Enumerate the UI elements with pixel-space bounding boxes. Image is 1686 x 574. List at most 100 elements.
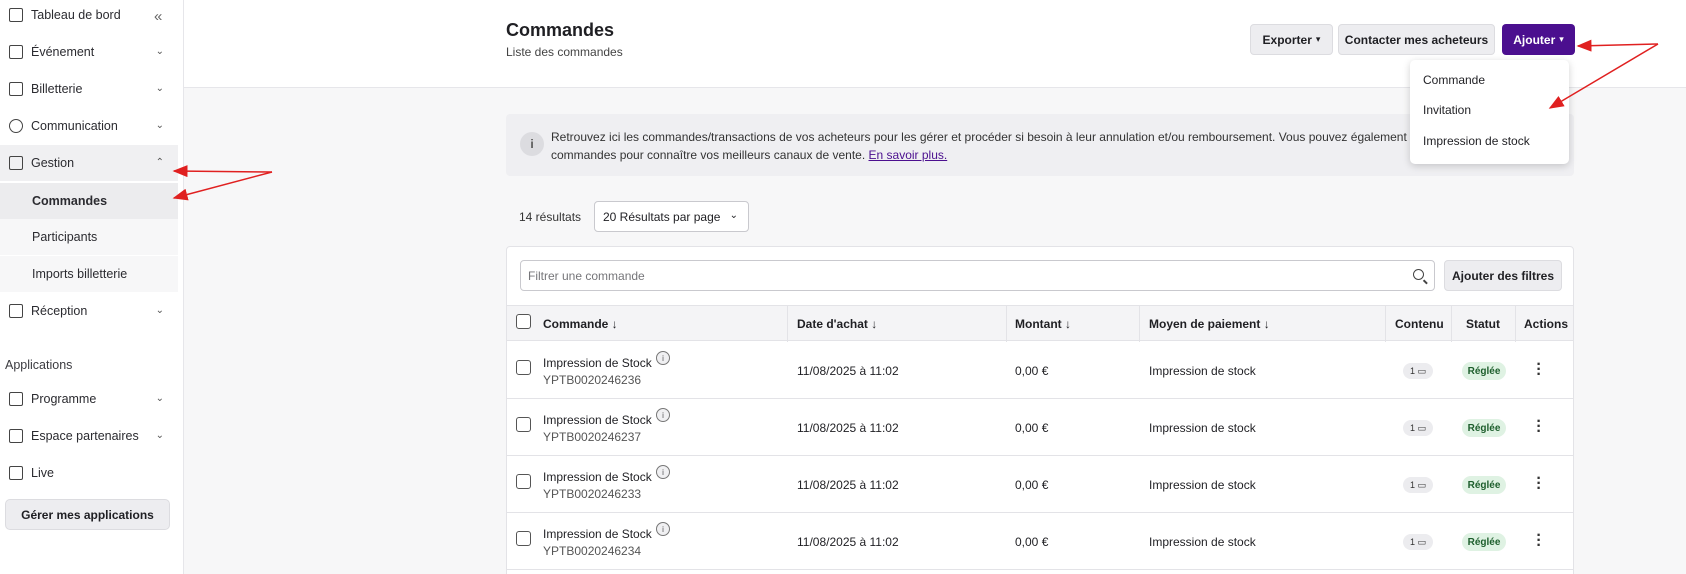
menu-item-commande[interactable]: Commande [1423,73,1485,87]
sidebar: « Tableau de bord Événement ⌄ Billetteri… [0,0,184,574]
filter-orders-input[interactable]: Filtrer une commande [520,260,1435,291]
table-row[interactable]: Impression de Stock i YPTB0020246234 11/… [507,513,1573,570]
row-actions-icon[interactable]: · · · [1536,528,1542,554]
column-header-order[interactable]: Commande ↓ [543,317,618,331]
order-ref: YPTB0020246237 [543,430,642,444]
menu-item-invitation[interactable]: Invitation [1423,103,1471,117]
row-checkbox[interactable] [516,474,531,489]
chat-icon [9,119,23,133]
calendar-icon [9,392,23,406]
order-name[interactable]: Impression de Stock [543,527,652,541]
sidebar-item-dashboard[interactable]: Tableau de bord [0,0,178,33]
order-name[interactable]: Impression de Stock [543,356,652,370]
row-actions-icon[interactable]: · · · [1536,357,1542,383]
sidebar-item-label: Gestion [31,156,75,170]
manage-apps-button[interactable]: Gérer mes applications [5,499,170,530]
sidebar-subitem-commandes[interactable]: Commandes [0,183,178,219]
management-icon [9,156,23,170]
column-header-amount[interactable]: Montant ↓ [1015,317,1071,331]
order-date: 11/08/2025 à 11:02 [797,421,899,435]
chevron-down-icon: ▾ [1315,34,1321,44]
sidebar-item-partners[interactable]: Espace partenaires ⌄ [0,418,178,454]
reception-icon [9,304,23,318]
order-name[interactable]: Impression de Stock [543,470,652,484]
chevron-down-icon: ⌄ [729,210,738,221]
info-icon: i [520,132,544,156]
chevron-down-icon: ⌄ [155,393,164,404]
row-checkbox[interactable] [516,417,531,432]
per-page-value: 20 Résultats par page [603,209,721,224]
order-amount: 0,00 € [1015,478,1049,492]
table-row[interactable]: Impression de Stock i YPTB0020246237 11/… [507,399,1573,456]
column-header-content: Contenu [1395,317,1444,331]
page-title: Commandes [506,20,615,40]
chevron-down-icon: ▾ [1559,34,1564,44]
export-button[interactable]: Exporter ▾ [1250,24,1333,55]
orders-table-card: Filtrer une commande Ajouter des filtres… [506,246,1574,574]
order-payment: Impression de stock [1149,421,1256,435]
column-header-status: Statut [1466,317,1500,331]
row-checkbox[interactable] [516,531,531,546]
select-all-checkbox[interactable] [516,314,531,329]
row-actions-icon[interactable]: · · · [1536,471,1542,497]
sidebar-item-gestion[interactable]: Gestion ⌃ [0,145,178,181]
content-badge: 1 ▭ [1403,534,1433,550]
sidebar-item-label: Communication [31,119,118,133]
info-icon[interactable]: i [656,408,670,422]
chevron-down-icon: ⌄ [155,83,164,94]
dashboard-icon [9,8,23,22]
column-header-date[interactable]: Date d'achat ↓ [797,317,877,331]
info-icon[interactable]: i [656,465,670,479]
row-actions-icon[interactable]: · · · [1536,414,1542,440]
partners-icon [9,429,23,443]
sidebar-item-label: Live [31,466,54,480]
row-checkbox[interactable] [516,360,531,375]
status-badge: Réglée [1462,419,1506,437]
column-header-payment[interactable]: Moyen de paiement ↓ [1149,317,1270,331]
status-badge: Réglée [1462,476,1506,494]
content-badge: 1 ▭ [1403,420,1433,436]
cast-icon [9,466,23,480]
add-label: Ajouter [1513,32,1556,47]
page-subtitle: Liste des commandes [506,45,623,59]
chevron-down-icon: ⌄ [155,430,164,441]
arrow-to-gestion [172,165,273,178]
order-date: 11/08/2025 à 11:02 [797,535,899,549]
sidebar-item-ticketing[interactable]: Billetterie ⌄ [0,71,178,107]
info-icon[interactable]: i [656,522,670,536]
add-filters-button[interactable]: Ajouter des filtres [1444,260,1562,291]
table-header: Commande ↓ Date d'achat ↓ Montant ↓ Moye… [507,305,1573,342]
info-text-line2: commandes pour connaître vos meilleurs c… [551,148,866,162]
applications-heading: Applications [5,358,73,372]
order-ref: YPTB0020246233 [543,487,642,501]
info-text-line1: Retrouvez ici les commandes/transactions… [551,130,1560,144]
order-payment: Impression de stock [1149,478,1256,492]
table-row[interactable]: Impression de Stock i YPTB0020246233 11/… [507,456,1573,513]
order-ref: YPTB0020246236 [543,373,642,387]
sidebar-item-label: Billetterie [31,82,83,96]
sidebar-item-communication[interactable]: Communication ⌄ [0,108,178,144]
event-icon [9,45,23,59]
info-icon[interactable]: i [656,351,670,365]
sidebar-item-reception[interactable]: Réception ⌄ [0,293,178,329]
sidebar-item-label: Programme [31,392,97,406]
sidebar-item-live[interactable]: Live [0,455,178,491]
search-icon[interactable] [1413,269,1424,280]
sidebar-item-label: Réception [31,304,88,318]
add-button[interactable]: Ajouter ▾ [1502,24,1575,55]
ticket-icon: ▭ [1417,479,1427,490]
order-ref: YPTB0020246234 [543,544,642,558]
per-page-select[interactable]: 20 Résultats par page ⌄ [594,201,749,232]
order-name[interactable]: Impression de Stock [543,413,652,427]
sidebar-item-programme[interactable]: Programme ⌄ [0,381,178,417]
order-date: 11/08/2025 à 11:02 [797,364,899,378]
sidebar-subitem-participants[interactable]: Participants [0,219,178,255]
sidebar-subitem-imports[interactable]: Imports billetterie [0,256,178,292]
contact-buyers-button[interactable]: Contacter mes acheteurs [1338,24,1495,55]
order-date: 11/08/2025 à 11:02 [797,478,899,492]
chevron-down-icon: ⌄ [155,120,164,131]
learn-more-link[interactable]: En savoir plus. [869,148,948,162]
sidebar-item-event[interactable]: Événement ⌄ [0,34,178,70]
table-row[interactable]: Impression de Stock i YPTB0020246236 11/… [507,342,1573,399]
menu-item-stock-print[interactable]: Impression de stock [1423,134,1530,148]
